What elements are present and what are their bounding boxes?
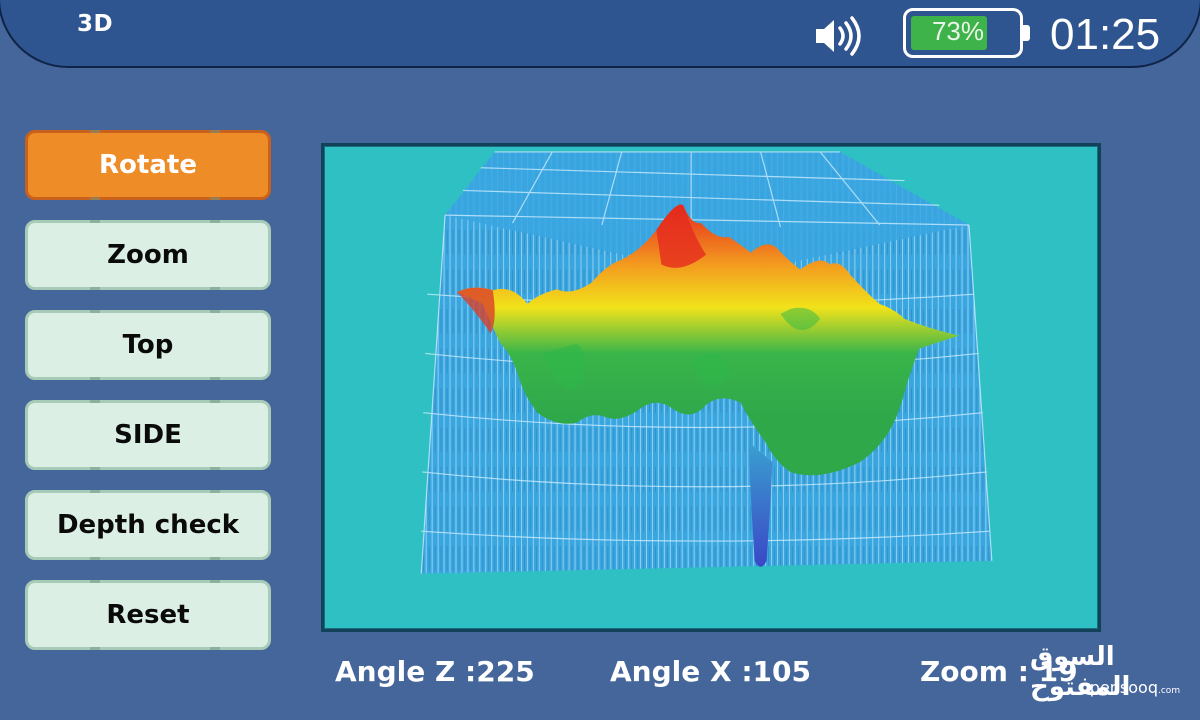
clock: 01:25: [1050, 10, 1161, 59]
side-view-button-label: SIDE: [114, 420, 182, 450]
watermark-suffix: .com: [1158, 686, 1181, 696]
top-view-button-label: Top: [122, 330, 174, 360]
reset-button-label: Reset: [106, 600, 190, 630]
angle-z-readout: Angle Z :225: [335, 655, 535, 688]
depth-check-button-label: Depth check: [56, 510, 240, 540]
angle-x-readout: Angle X :105: [610, 655, 811, 688]
rotate-button-label: Rotate: [99, 150, 197, 180]
depth-check-button[interactable]: Depth check: [25, 490, 271, 560]
speaker-volume-icon[interactable]: [812, 14, 868, 58]
battery-percent: 73%: [931, 16, 985, 46]
zoom-button[interactable]: Zoom: [25, 220, 271, 290]
top-view-button[interactable]: Top: [25, 310, 271, 380]
3d-scan-view[interactable]: [321, 143, 1101, 632]
zoom-button-label: Zoom: [107, 240, 189, 270]
watermark-latin-text: opensooq: [1080, 678, 1158, 697]
rotate-button[interactable]: Rotate: [25, 130, 271, 200]
reset-button[interactable]: Reset: [25, 580, 271, 650]
mode-title: 3D: [77, 11, 114, 37]
3d-surface-plot[interactable]: [324, 146, 1098, 629]
battery-cap: [1023, 25, 1030, 41]
battery-indicator: 73%: [903, 8, 1023, 58]
watermark-latin: opensooq.com: [1080, 678, 1180, 697]
side-view-button[interactable]: SIDE: [25, 400, 271, 470]
